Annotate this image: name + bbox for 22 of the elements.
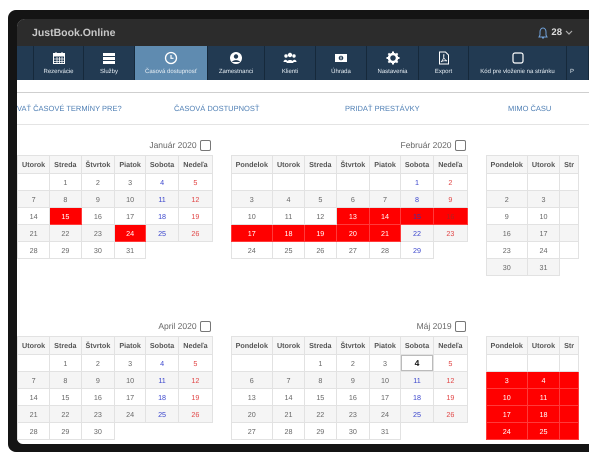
month-checkbox[interactable] [454, 320, 466, 332]
month-checkbox[interactable] [200, 320, 211, 332]
square-icon [510, 51, 524, 65]
month-title: Január 2020 [149, 140, 197, 150]
month-checkbox[interactable] [454, 140, 466, 150]
banknote-icon [334, 51, 348, 65]
app-title: JustBook.Online [32, 26, 116, 38]
list-icon [102, 51, 116, 65]
chevron-down-icon [565, 30, 573, 36]
notifications-button[interactable]: 28 [538, 26, 573, 38]
day-cell[interactable]: 4 [400, 354, 434, 372]
month-checkbox[interactable] [200, 140, 211, 150]
month-title: April 2020 [158, 321, 197, 331]
settings-icon [386, 51, 400, 65]
clock-icon [164, 51, 178, 65]
month-title: Máj 2019 [416, 321, 452, 331]
calendar-icon [52, 51, 66, 65]
month-title: Február 2020 [400, 140, 452, 150]
pdf-file-icon [436, 51, 450, 65]
user-circle-icon [229, 51, 243, 65]
bell-icon [538, 26, 548, 38]
group-icon [283, 51, 297, 65]
